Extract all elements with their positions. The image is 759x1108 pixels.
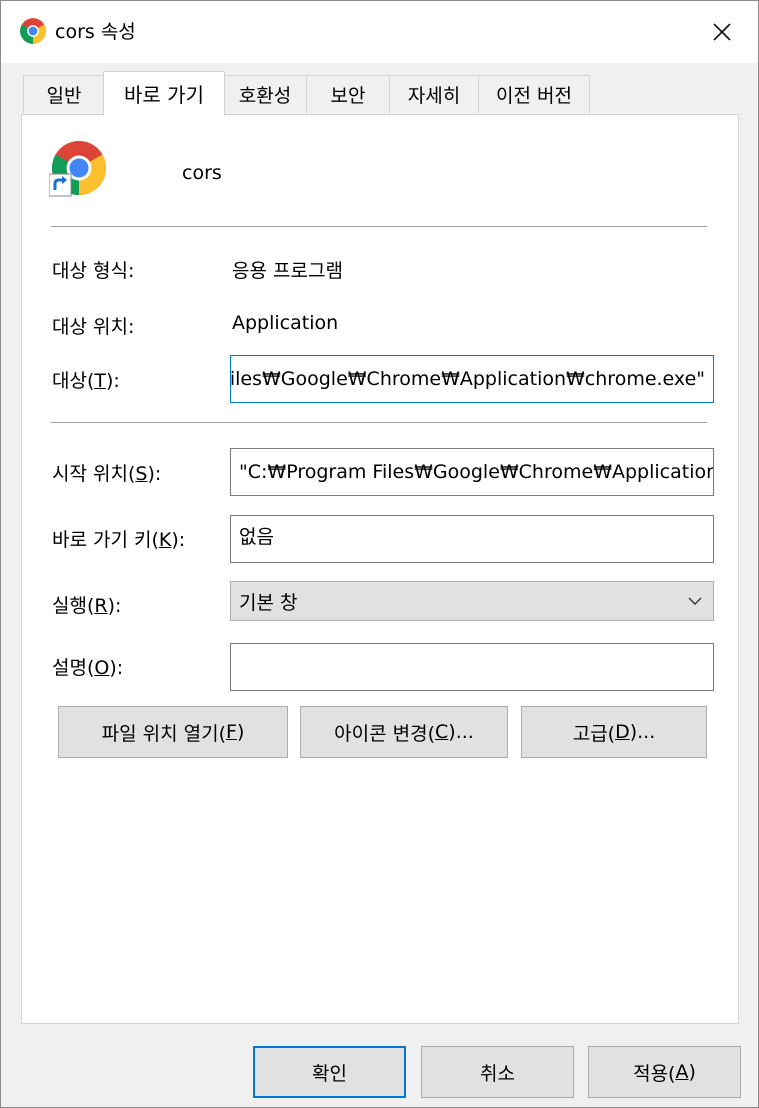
run-select[interactable]: 기본 창: [230, 581, 714, 621]
target-label: 대상(T):: [52, 370, 120, 392]
shortcut-name: cors: [182, 162, 222, 184]
cancel-button[interactable]: 취소: [421, 1046, 574, 1098]
separator: [51, 226, 707, 227]
start-in-input[interactable]: "C:₩Program Files₩Google₩Chrome₩Applicat…: [230, 448, 714, 496]
tab-general[interactable]: 일반: [23, 75, 105, 113]
separator: [51, 422, 707, 423]
window-title: cors 속성: [55, 21, 136, 43]
shortcut-panel: cors 대상 형식: 응용 프로그램 대상 위치: Application 대…: [21, 114, 739, 1024]
apply-button[interactable]: 적용(A): [588, 1046, 741, 1098]
tab-security[interactable]: 보안: [306, 75, 390, 113]
tab-compatibility[interactable]: 호환성: [223, 75, 307, 113]
change-icon-button[interactable]: 아이콘 변경(C)...: [300, 706, 508, 758]
advanced-button[interactable]: 고급(D)...: [521, 706, 707, 758]
tab-strip: 일반 바로 가기 호환성 보안 자세히 이전 버전: [1, 63, 758, 116]
chrome-icon: [20, 18, 46, 44]
start-in-label: 시작 위치(S):: [52, 463, 162, 485]
properties-window: cors 속성 일반 바로 가기 호환성 보안 자세히 이전 버전 cors 대…: [0, 0, 759, 1108]
target-location-value: Application: [232, 312, 339, 334]
title-bar: cors 속성: [1, 1, 758, 63]
comment-input[interactable]: [230, 643, 714, 691]
comment-label: 설명(O):: [52, 657, 124, 679]
tab-details[interactable]: 자세히: [389, 75, 479, 113]
tab-shortcut[interactable]: 바로 가기: [103, 71, 225, 116]
run-label: 실행(R):: [52, 595, 122, 617]
target-input[interactable]: Files₩Google₩Chrome₩Application₩chrome.e…: [230, 355, 714, 403]
shortcut-key-label: 바로 가기 키(K):: [52, 529, 186, 551]
close-icon: [713, 23, 731, 41]
target-location-label: 대상 위치:: [52, 316, 135, 338]
chrome-shortcut-icon: [49, 141, 106, 197]
open-file-location-button[interactable]: 파일 위치 열기(F): [58, 706, 288, 758]
ok-button[interactable]: 확인: [253, 1046, 406, 1098]
target-type-value: 응용 프로그램: [232, 260, 343, 282]
shortcut-key-input[interactable]: 없음: [230, 515, 714, 563]
close-button[interactable]: [691, 9, 753, 55]
target-type-label: 대상 형식:: [52, 260, 135, 282]
tab-previous-versions[interactable]: 이전 버전: [478, 75, 590, 113]
chevron-down-icon: [688, 597, 702, 605]
